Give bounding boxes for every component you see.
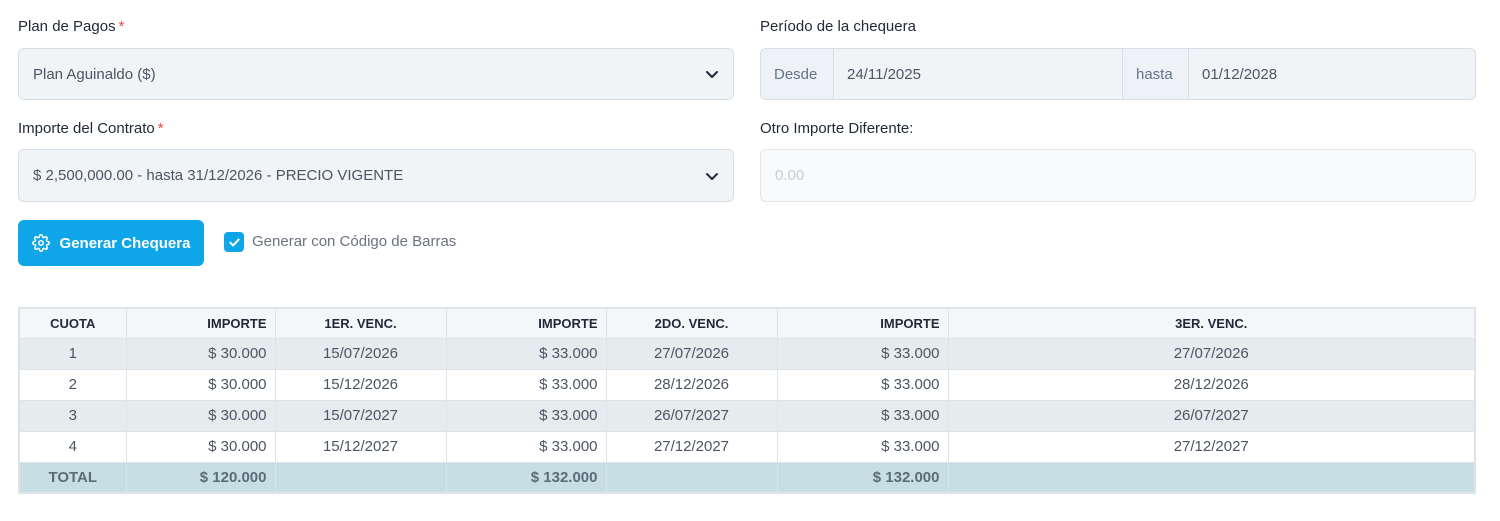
importe-cell: $ 30.000 xyxy=(125,430,276,463)
hasta-addon: hasta xyxy=(1122,49,1188,99)
importe-contrato-value: $ 2,500,000.00 - hasta 31/12/2026 - PREC… xyxy=(33,167,404,184)
codigo-barras-checkbox[interactable] xyxy=(224,232,244,252)
importe-cell: $ 33.000 xyxy=(776,368,949,401)
periodo-group: Desde 24/11/2025 hasta 01/12/2028 xyxy=(760,48,1476,100)
chevron-down-icon xyxy=(706,172,718,180)
gear-icon xyxy=(31,234,50,252)
plan-select[interactable]: Plan Aguinaldo ($) xyxy=(18,48,734,100)
table-total-row: TOTAL $ 120.000 $ 132.000 $ 132.000 xyxy=(18,461,1476,494)
importe-contrato-label: Importe del Contrato * xyxy=(18,120,164,137)
importe-cell: $ 33.000 xyxy=(445,368,607,401)
plan-select-value: Plan Aguinaldo ($) xyxy=(33,65,156,83)
importe-cell: $ 33.000 xyxy=(776,430,949,463)
importe-cell: $ 30.000 xyxy=(125,337,276,370)
venc-cell: 26/07/2027 xyxy=(947,399,1476,432)
total-label-cell: TOTAL xyxy=(18,461,127,494)
total-importe-cell: $ 132.000 xyxy=(776,461,949,494)
required-mark: * xyxy=(118,18,125,35)
venc-cell: 15/07/2026 xyxy=(274,337,447,370)
venc-cell: 15/12/2026 xyxy=(274,368,447,401)
otro-importe-input[interactable] xyxy=(760,149,1476,202)
generar-chequera-label: Generar Chequera xyxy=(59,234,191,252)
codigo-barras-label: Generar con Código de Barras xyxy=(252,233,457,250)
table-row: 3 $ 30.000 15/07/2027 $ 33.000 26/07/202… xyxy=(18,399,1476,432)
desde-addon: Desde xyxy=(761,49,833,99)
col-header-venc-1: 1ER. VENC. xyxy=(274,307,447,339)
cuotas-table: CUOTA IMPORTE 1ER. VENC. IMPORTE 2DO. VE… xyxy=(18,307,1476,494)
otro-importe-label: Otro Importe Diferente: xyxy=(760,120,914,137)
venc-cell: 15/12/2027 xyxy=(274,430,447,463)
venc-cell: 27/12/2027 xyxy=(605,430,778,463)
venc-cell: 28/12/2026 xyxy=(605,368,778,401)
col-header-importe-2: IMPORTE xyxy=(445,307,607,339)
table-row: 2 $ 30.000 15/12/2026 $ 33.000 28/12/202… xyxy=(18,368,1476,401)
importe-cell: $ 30.000 xyxy=(125,368,276,401)
col-header-venc-3: 3ER. VENC. xyxy=(947,307,1476,339)
venc-cell: 27/07/2026 xyxy=(947,337,1476,370)
venc-cell: 15/07/2027 xyxy=(274,399,447,432)
importe-contrato-label-text: Importe del Contrato xyxy=(18,120,155,137)
periodo-label: Período de la chequera xyxy=(760,18,916,35)
total-importe-cell: $ 120.000 xyxy=(125,461,276,494)
cuota-cell: 4 xyxy=(18,430,127,463)
cuota-cell: 2 xyxy=(18,368,127,401)
importe-cell: $ 33.000 xyxy=(445,430,607,463)
total-empty-cell xyxy=(605,461,778,494)
cuota-cell: 3 xyxy=(18,399,127,432)
chevron-down-icon xyxy=(706,71,718,78)
required-mark: * xyxy=(157,120,164,137)
hasta-input[interactable]: 01/12/2028 xyxy=(1188,49,1475,99)
checkmark-icon xyxy=(228,238,240,246)
importe-cell: $ 30.000 xyxy=(125,399,276,432)
table-row: 4 $ 30.000 15/12/2027 $ 33.000 27/12/202… xyxy=(18,430,1476,463)
col-header-importe-1: IMPORTE xyxy=(125,307,276,339)
total-empty-cell xyxy=(274,461,447,494)
venc-cell: 26/07/2027 xyxy=(605,399,778,432)
table-row: 1 $ 30.000 15/07/2026 $ 33.000 27/07/202… xyxy=(18,337,1476,370)
col-header-cuota: CUOTA xyxy=(18,307,127,339)
importe-cell: $ 33.000 xyxy=(445,337,607,370)
total-importe-cell: $ 132.000 xyxy=(445,461,607,494)
importe-cell: $ 33.000 xyxy=(776,337,949,370)
col-header-importe-3: IMPORTE xyxy=(776,307,949,339)
total-empty-cell xyxy=(947,461,1476,494)
plan-label: Plan de Pagos * xyxy=(18,18,124,35)
plan-label-text: Plan de Pagos xyxy=(18,18,116,35)
table-header-row: CUOTA IMPORTE 1ER. VENC. IMPORTE 2DO. VE… xyxy=(18,307,1476,339)
venc-cell: 28/12/2026 xyxy=(947,368,1476,401)
venc-cell: 27/07/2026 xyxy=(605,337,778,370)
importe-cell: $ 33.000 xyxy=(445,399,607,432)
importe-contrato-select[interactable]: $ 2,500,000.00 - hasta 31/12/2026 - PREC… xyxy=(18,149,734,202)
desde-input[interactable]: 24/11/2025 xyxy=(833,49,1122,99)
importe-cell: $ 33.000 xyxy=(776,399,949,432)
cuota-cell: 1 xyxy=(18,337,127,370)
generar-chequera-button[interactable]: Generar Chequera xyxy=(18,220,204,266)
col-header-venc-2: 2DO. VENC. xyxy=(605,307,778,339)
venc-cell: 27/12/2027 xyxy=(947,430,1476,463)
